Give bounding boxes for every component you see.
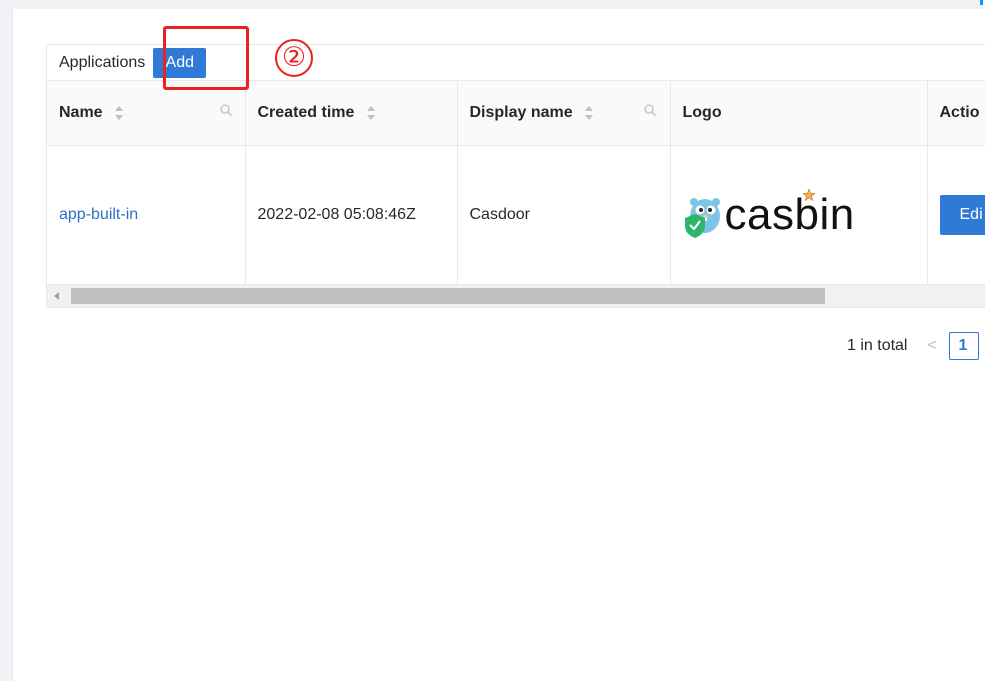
cell-display-name: Casdoor (457, 145, 671, 284)
scroll-left-icon[interactable] (54, 292, 59, 300)
app-name-link[interactable]: app-built-in (59, 206, 138, 223)
sort-icon[interactable] (366, 105, 376, 120)
search-icon[interactable] (219, 103, 233, 117)
column-header-action: Actio (927, 81, 985, 146)
table-title: Applications (59, 53, 146, 71)
top-strip (0, 0, 985, 9)
column-header-created-time[interactable]: Created time (245, 81, 458, 146)
logo-wordmark: casbin (724, 190, 855, 239)
edit-button[interactable]: Edi (939, 195, 985, 235)
pagination: 1 in total < 1 (847, 331, 980, 361)
column-header-name[interactable]: Name (47, 81, 246, 146)
table-row: app-built-in 2022-02-08 05:08:46Z Casdoo… (47, 145, 985, 285)
scroll-thumb[interactable] (71, 288, 825, 304)
sort-icon[interactable] (585, 105, 594, 120)
column-label-action: Actio (939, 104, 980, 121)
cell-name: app-built-in (47, 145, 246, 284)
page: Applications Add Name Created time Displ… (0, 0, 985, 681)
gopher-shield-icon (684, 198, 720, 238)
cell-action: Edi (927, 146, 985, 285)
pagination-total: 1 in total (847, 337, 908, 354)
header-accent (980, 0, 983, 5)
casbin-logo: casbin (683, 189, 915, 240)
sort-icon[interactable] (115, 105, 124, 120)
column-label-display-name: Display name (469, 104, 573, 121)
column-label-logo: Logo (682, 104, 722, 121)
column-header-logo: Logo (670, 81, 928, 146)
table-header-row: Name Created time Display name Logo Acti… (47, 81, 985, 146)
cell-logo: casbin (670, 145, 928, 284)
prev-page-icon[interactable]: < (927, 337, 939, 355)
annotation-highlight-box (163, 26, 249, 90)
column-header-display-name[interactable]: Display name (457, 81, 671, 146)
cell-created-time: 2022-02-08 05:08:46Z (245, 145, 458, 284)
column-label-created-time: Created time (257, 104, 355, 121)
search-icon[interactable] (643, 103, 657, 117)
star-icon (802, 189, 815, 201)
annotation-step-number: ② (275, 39, 313, 77)
horizontal-scrollbar[interactable] (47, 284, 985, 307)
page-number-current[interactable]: 1 (949, 332, 980, 360)
column-label-name: Name (59, 104, 103, 121)
table-grid: Name Created time Display name Logo Acti… (47, 81, 985, 284)
